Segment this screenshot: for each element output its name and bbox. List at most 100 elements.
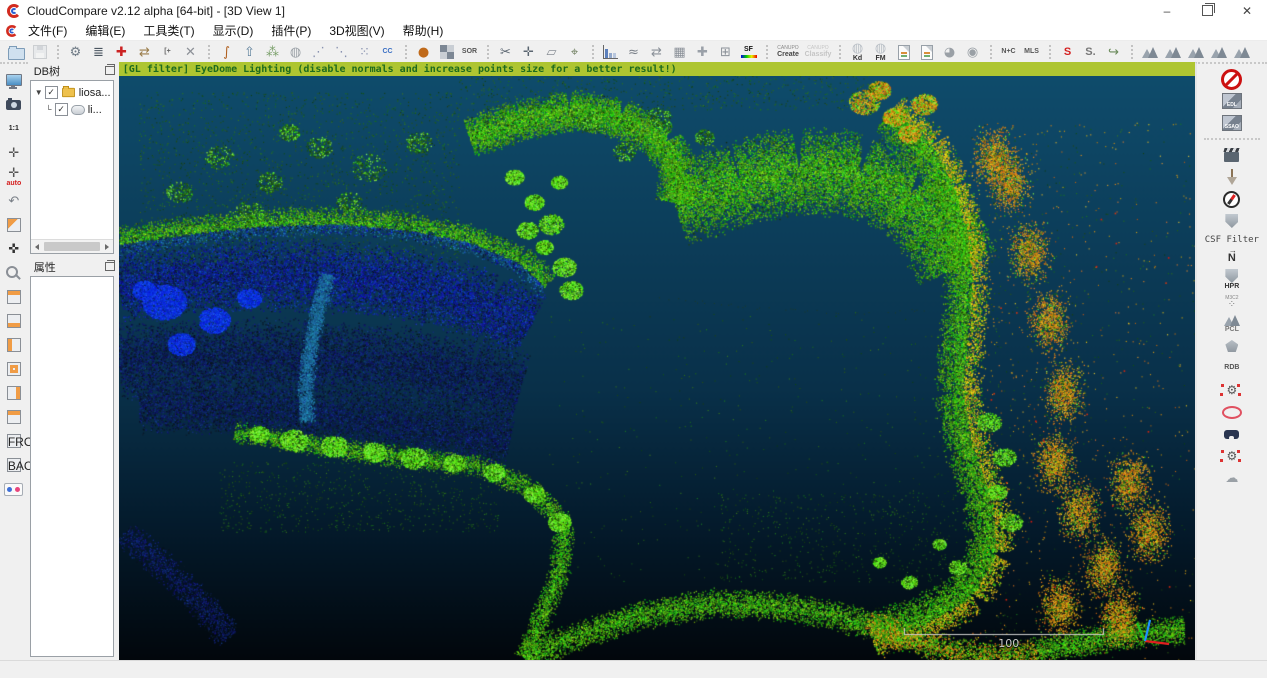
scroll-thumb[interactable] — [44, 242, 100, 251]
view-back-icon[interactable] — [1, 405, 27, 429]
merge-icon[interactable]: [+ — [156, 42, 179, 63]
view-iso-front-icon[interactable]: FRONT — [1, 429, 27, 453]
view-iso-back-icon[interactable]: BACK — [1, 453, 27, 477]
sf-color-scale-icon[interactable]: SF — [737, 42, 760, 63]
point-list-picking-icon[interactable]: ✚ — [110, 42, 133, 63]
fast-marching-icon[interactable]: ◍FM — [869, 42, 892, 63]
screenshot-camera-icon[interactable] — [1, 93, 27, 117]
interpolate-icon[interactable]: ⁙ — [353, 42, 376, 63]
tree-item[interactable]: └✓li... — [31, 101, 113, 118]
plugin-mountain-1-icon[interactable] — [1138, 42, 1161, 63]
rdb-plugin-icon[interactable]: RDB — [1217, 357, 1247, 379]
mls-smoothing-icon[interactable]: MLS — [1020, 42, 1043, 63]
float-panel-icon[interactable] — [105, 262, 115, 271]
zoom-magnifier-icon[interactable] — [1, 261, 27, 285]
vr-plugin-icon[interactable] — [1217, 423, 1247, 445]
disable-gl-filter-icon[interactable] — [1217, 68, 1247, 90]
segmenter-plugin-icon[interactable]: ⚙ — [1217, 445, 1247, 467]
view-right-icon[interactable] — [1, 381, 27, 405]
animation-plugin-icon[interactable] — [1217, 144, 1247, 166]
trace-polyline-icon[interactable]: ∫ — [215, 42, 238, 63]
broom-plugin-icon[interactable] — [1217, 166, 1247, 188]
subsample-icon[interactable]: ⋰ — [307, 42, 330, 63]
cross-section-box-icon[interactable]: ▱ — [540, 42, 563, 63]
save-icon[interactable] — [28, 42, 51, 63]
mdi-child-icon[interactable] — [6, 25, 18, 37]
csf-plugin-icon[interactable] — [1217, 210, 1247, 232]
float-panel-icon[interactable] — [105, 66, 115, 75]
mesh-globe-icon[interactable]: ◉ — [961, 42, 984, 63]
point-cloud-canvas[interactable] — [119, 62, 1195, 661]
hough-normals-icon[interactable]: N — [1217, 247, 1247, 269]
console-list-icon[interactable]: ≣ — [87, 42, 110, 63]
segment-scissors-icon[interactable]: ✂ — [494, 42, 517, 63]
align-point-pairs-icon[interactable]: CC — [376, 42, 399, 63]
histogram-icon[interactable] — [599, 42, 622, 63]
csf-curve-icon[interactable]: S — [1056, 42, 1079, 63]
zoom-1-1-icon[interactable]: 1:1 — [1, 117, 27, 141]
set-pivot-icon[interactable]: ✛ — [1, 141, 27, 165]
pan-mode-icon[interactable]: ✜ — [1, 237, 27, 261]
menu-e[interactable]: 编辑(E) — [76, 21, 134, 41]
ssao-filter-icon[interactable]: SSAO — [1217, 112, 1247, 134]
s-points-icon[interactable]: S. — [1079, 42, 1102, 63]
visibility-checkbox[interactable]: ✓ — [55, 103, 68, 116]
sample-points-icon[interactable]: ◍ — [284, 42, 307, 63]
clone-icon[interactable]: ⇄ — [133, 42, 156, 63]
stereo-glasses-icon[interactable] — [1, 477, 27, 501]
menu-f[interactable]: 文件(F) — [19, 21, 76, 41]
visibility-checkbox[interactable]: ✓ — [45, 86, 58, 99]
scroll-left-icon[interactable] — [31, 241, 43, 253]
m3c2-plugin-icon[interactable]: M3C2⁘ — [1217, 291, 1247, 313]
hpr-plugin-icon[interactable]: HPR — [1217, 269, 1247, 291]
viewport-3d[interactable]: [GL filter] EyeDome Lighting (disable no… — [119, 62, 1195, 661]
rotate-camera-icon[interactable]: ↶ — [1, 189, 27, 213]
rasterize-icon[interactable] — [435, 42, 458, 63]
octree-icon[interactable]: ⁂ — [261, 42, 284, 63]
global-shift-icon[interactable]: ⚙ — [64, 42, 87, 63]
sra-plugin-icon[interactable] — [1217, 401, 1247, 423]
compass-plugin-icon[interactable] — [1217, 188, 1247, 210]
view-bottom-icon[interactable] — [1, 309, 27, 333]
view-left-icon[interactable] — [1, 333, 27, 357]
db-tree-hscrollbar[interactable] — [31, 239, 113, 253]
restore-button[interactable] — [1187, 0, 1227, 21]
plugin-mountain-4-icon[interactable] — [1207, 42, 1230, 63]
compute-normals-icon[interactable]: ⇧ — [238, 42, 261, 63]
ransac-plugin-icon[interactable]: ⚙ — [1217, 379, 1247, 401]
translate-rotate-icon[interactable]: ✛ — [517, 42, 540, 63]
export-plugin-icon[interactable]: ↪ — [1102, 42, 1125, 63]
doc-export-2-icon[interactable] — [915, 42, 938, 63]
sf-grid-icon[interactable]: ▦ — [668, 42, 691, 63]
sor-filter-icon[interactable]: SOR — [458, 42, 481, 63]
interactive-transform-icon[interactable]: ● — [412, 42, 435, 63]
close-button[interactable]: ✕ — [1227, 0, 1267, 21]
sf-add-icon[interactable]: ✚ — [691, 42, 714, 63]
menu-h[interactable]: 帮助(H) — [394, 21, 453, 41]
display-options-icon[interactable] — [1, 69, 27, 93]
canupo-classify-icon[interactable]: CANUPOClassify — [803, 42, 833, 63]
auto-pivot-icon[interactable]: ✛auto — [1, 165, 27, 189]
canupo-create-icon[interactable]: CANUPOCreate — [773, 42, 803, 63]
plugin-mountain-3-icon[interactable] — [1184, 42, 1207, 63]
perspective-cube-icon[interactable] — [1, 213, 27, 237]
sf-calculator-icon[interactable]: ⊞ — [714, 42, 737, 63]
tree-item[interactable]: ▼✓liosa... — [31, 84, 113, 101]
menu-3dv[interactable]: 3D视图(V) — [320, 21, 393, 41]
doc-export-1-icon[interactable] — [892, 42, 915, 63]
kd-tree-icon[interactable]: ◍Kd — [846, 42, 869, 63]
pcl-plugin-icon[interactable]: PCL — [1217, 313, 1247, 335]
menu-t[interactable]: 工具类(T) — [134, 21, 203, 41]
view-top-icon[interactable] — [1, 285, 27, 309]
facets-plugin-icon[interactable] — [1217, 335, 1247, 357]
pick-point-icon[interactable]: ⌖ — [563, 42, 586, 63]
facets-pie-icon[interactable]: ◕ — [938, 42, 961, 63]
sf-min-max-icon[interactable]: ⇄ — [645, 42, 668, 63]
minimize-button[interactable]: – — [1147, 0, 1187, 21]
menu-p[interactable]: 插件(P) — [262, 21, 320, 41]
fit-curve-icon[interactable]: ≈ — [622, 42, 645, 63]
plugin-mountain-5-icon[interactable] — [1230, 42, 1253, 63]
plugin-mountain-2-icon[interactable] — [1161, 42, 1184, 63]
cloudlayers-plugin-icon[interactable]: ☁ — [1217, 467, 1247, 489]
normals-curvature-icon[interactable]: N+C — [997, 42, 1020, 63]
